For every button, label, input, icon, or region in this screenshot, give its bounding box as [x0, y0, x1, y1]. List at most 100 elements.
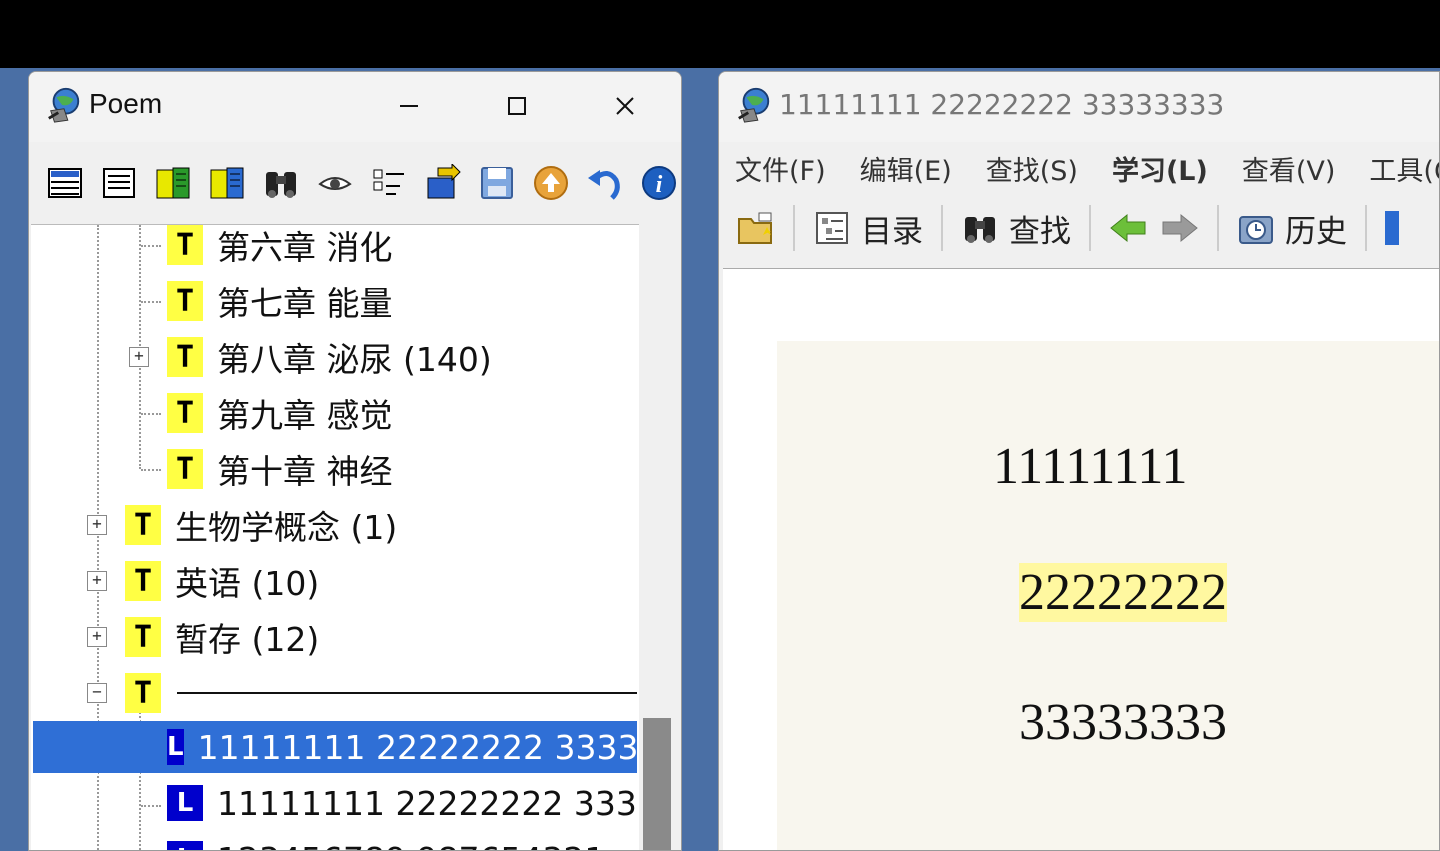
tree-node[interactable]: T 第九章 感觉	[167, 387, 393, 439]
toolbar-separator	[1365, 205, 1367, 251]
maximize-button[interactable]	[487, 84, 547, 128]
tree-node-label: 生物学概念 (1)	[175, 508, 398, 547]
detail-view-button[interactable]	[97, 161, 141, 205]
tree-node-label: 第十章 神经	[217, 452, 393, 491]
poem-content-area: 11111111 22222222 33333333	[723, 268, 1439, 850]
tree-node[interactable]: + T 第八章 泌尿 (140)	[129, 331, 492, 383]
info-button[interactable]: i	[637, 161, 681, 205]
close-button[interactable]	[595, 84, 655, 128]
expand-toggle[interactable]: +	[87, 571, 107, 591]
next-tool-icon[interactable]	[1385, 211, 1399, 245]
poem-tree-view[interactable]: T 第六章 消化 T 第七章 能量 + T 第八章 泌尿 (140) T 第九章…	[31, 224, 641, 851]
topic-icon: T	[125, 561, 161, 601]
move-folder-icon	[427, 164, 461, 199]
upload-button[interactable]	[529, 161, 573, 205]
menu-search[interactable]: 查找(S)	[986, 149, 1078, 188]
toolbar-separator	[941, 205, 943, 251]
search-button[interactable]	[259, 161, 303, 205]
poem-tree-window: Poem i T 第六章 消化 T 第七章 能量 + T 第八章 泌尿 (140…	[28, 71, 682, 851]
tree-node-label: 第九章 感觉	[217, 396, 393, 435]
books-icon	[156, 167, 190, 199]
poem-line-1: 11111111	[993, 438, 1188, 495]
topic-icon: T	[125, 505, 161, 545]
tree-node-label: 暂存 (12)	[175, 620, 320, 659]
save-button[interactable]	[475, 161, 519, 205]
history-button[interactable]: 历史	[1223, 201, 1361, 255]
info-icon: i	[642, 166, 676, 200]
toolbar-separator	[1217, 205, 1219, 251]
tree-node-label: 第六章 消化	[217, 228, 393, 267]
binoculars-icon	[965, 217, 995, 243]
up-arrow-circle-icon	[534, 166, 568, 200]
leaf-icon: L	[167, 841, 203, 850]
poem-viewer-window: 11111111 22222222 33333333 文件(F) 编辑(E) 查…	[718, 71, 1440, 851]
tree-node-label: 第八章 泌尿 (140)	[217, 340, 492, 379]
tree-node-separator[interactable]: − T	[87, 667, 637, 719]
history-label: 历史	[1285, 213, 1347, 250]
back-button[interactable]	[1095, 201, 1161, 255]
undo-button[interactable]	[583, 161, 627, 205]
svg-text:i: i	[656, 172, 663, 198]
menu-bar: 文件(F) 编辑(E) 查找(S) 学习(L) 查看(V) 工具(O)	[719, 142, 1439, 194]
preview-button[interactable]	[313, 161, 357, 205]
tree-branch-line	[141, 301, 161, 303]
topic-icon: T	[167, 281, 203, 321]
expand-toggle[interactable]: +	[87, 515, 107, 535]
toc-icon	[816, 212, 848, 244]
paste-button[interactable]	[205, 161, 249, 205]
minimize-button[interactable]	[379, 84, 439, 128]
menu-file[interactable]: 文件(F)	[735, 149, 826, 188]
poem-line-2-highlighted: 22222222	[1019, 563, 1227, 622]
topic-icon: T	[125, 617, 161, 657]
tree-branch-line	[141, 413, 161, 415]
tree-node-label: 第七章 能量	[217, 284, 393, 323]
tree-node[interactable]: + T 英语 (10)	[87, 555, 319, 607]
forward-button[interactable]	[1161, 201, 1213, 255]
topic-icon: T	[167, 337, 203, 377]
app-globe-icon	[48, 87, 80, 123]
back-arrow-icon	[1110, 213, 1146, 243]
list-view-button[interactable]	[43, 161, 87, 205]
tree-scrollbar-thumb[interactable]	[643, 718, 671, 850]
books-blue-icon	[210, 167, 244, 199]
move-button[interactable]	[421, 161, 465, 205]
save-disk-icon	[481, 167, 513, 199]
expand-toggle[interactable]: +	[129, 347, 149, 367]
tree-node[interactable]: T 第十章 神经	[167, 443, 393, 495]
minimize-icon	[400, 105, 418, 107]
open-folder-button[interactable]	[737, 201, 789, 255]
history-clock-icon	[1239, 216, 1273, 244]
collapse-toggle[interactable]: −	[87, 683, 107, 703]
tree-node[interactable]: + T 暂存 (12)	[87, 611, 319, 663]
poem-line-3: 33333333	[1019, 694, 1227, 751]
tree-node-label: 123456789 987654321	[217, 840, 605, 851]
tree-branch-line	[141, 469, 161, 471]
properties-button[interactable]	[367, 161, 411, 205]
tree-leaf[interactable]: L 123456789 987654321	[167, 833, 605, 851]
tree-node[interactable]: + T 生物学概念 (1)	[87, 499, 397, 551]
tree-node-label: 英语 (10)	[175, 564, 320, 603]
tree-branch-line	[141, 245, 161, 247]
tree-node[interactable]: T 第六章 消化	[167, 225, 393, 271]
topic-icon: T	[167, 225, 203, 265]
open-folder-icon	[738, 212, 772, 244]
toc-button[interactable]: 目录	[799, 201, 937, 255]
separator-line	[177, 692, 637, 694]
menu-tools[interactable]: 工具(O)	[1369, 149, 1439, 188]
tree-leaf[interactable]: L 11111111 22222222 33333333	[167, 777, 641, 829]
tree-toolbar: i	[29, 146, 681, 220]
tree-node-label: 11111111 22222222 33333333	[197, 727, 641, 767]
tree-leaf-selected[interactable]: L 11111111 22222222 33333333	[32, 720, 641, 774]
find-button[interactable]: 查找	[947, 201, 1085, 255]
toc-label: 目录	[861, 213, 923, 250]
maximize-icon	[508, 97, 526, 115]
menu-edit[interactable]: 编辑(E)	[860, 149, 952, 188]
menu-view[interactable]: 查看(V)	[1242, 149, 1336, 188]
menu-learn[interactable]: 学习(L)	[1112, 149, 1208, 188]
find-label: 查找	[1009, 213, 1071, 250]
window-title: Poem	[89, 88, 163, 119]
expand-toggle[interactable]: +	[87, 627, 107, 647]
toolbar-separator	[1089, 205, 1091, 251]
copy-button[interactable]	[151, 161, 195, 205]
tree-node[interactable]: T 第七章 能量	[167, 275, 393, 327]
